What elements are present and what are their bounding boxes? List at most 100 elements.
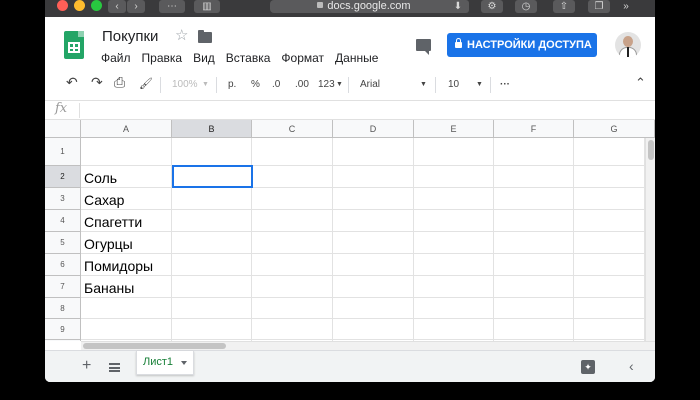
table-cell[interactable] xyxy=(252,254,333,276)
print-icon[interactable]: ⎙ xyxy=(114,75,125,89)
table-cell[interactable] xyxy=(252,298,333,319)
table-cell[interactable]: Помидоры xyxy=(81,254,172,276)
menu-file[interactable]: Файл xyxy=(101,51,131,65)
table-cell[interactable] xyxy=(574,298,645,319)
collapse-toolbar-icon[interactable]: ⌃ xyxy=(635,76,646,90)
table-cell[interactable] xyxy=(172,298,252,319)
sheet-tab[interactable]: Лист1 xyxy=(136,351,194,375)
vertical-scroll-thumb[interactable] xyxy=(648,140,654,160)
table-cell[interactable] xyxy=(494,276,574,298)
table-cell[interactable] xyxy=(574,276,645,298)
table-cell[interactable] xyxy=(81,319,172,340)
table-cell[interactable] xyxy=(172,232,252,254)
table-cell[interactable] xyxy=(414,188,494,210)
table-cell[interactable] xyxy=(494,210,574,232)
table-cell[interactable] xyxy=(574,188,645,210)
table-cell[interactable] xyxy=(252,166,333,188)
menu-insert[interactable]: Вставка xyxy=(226,51,271,65)
close-window-button[interactable] xyxy=(57,0,68,11)
table-cell[interactable] xyxy=(494,254,574,276)
table-cell[interactable] xyxy=(172,254,252,276)
table-cell[interactable]: Сахар xyxy=(81,188,172,210)
vertical-scrollbar[interactable] xyxy=(645,138,655,341)
table-cell[interactable] xyxy=(574,210,645,232)
table-cell[interactable] xyxy=(333,254,414,276)
column-header[interactable]: A xyxy=(81,120,172,138)
table-cell[interactable] xyxy=(172,319,252,340)
table-cell[interactable] xyxy=(574,254,645,276)
zoom-select[interactable]: 100% xyxy=(172,78,198,92)
forward-button[interactable]: › xyxy=(127,0,145,13)
menu-data[interactable]: Данные xyxy=(335,51,378,65)
table-cell[interactable] xyxy=(414,138,494,166)
formula-input[interactable] xyxy=(85,103,645,118)
address-bar[interactable]: docs.google.com xyxy=(270,0,458,13)
table-cell[interactable] xyxy=(252,319,333,340)
table-cell[interactable]: Спагетти xyxy=(81,210,172,232)
table-cell[interactable] xyxy=(333,319,414,340)
share-sheet-button[interactable]: ⇧ xyxy=(553,0,575,13)
table-cell[interactable] xyxy=(333,298,414,319)
document-title[interactable]: Покупки xyxy=(102,28,158,45)
table-cell[interactable]: Бананы xyxy=(81,276,172,298)
download-button[interactable]: ⬇ xyxy=(447,0,469,13)
table-cell[interactable] xyxy=(574,138,645,166)
table-cell[interactable] xyxy=(494,188,574,210)
percent-format-button[interactable]: % xyxy=(251,78,260,92)
table-cell[interactable] xyxy=(172,210,252,232)
horizontal-scroll-thumb[interactable] xyxy=(83,343,226,349)
minimize-window-button[interactable] xyxy=(74,0,85,11)
column-header[interactable]: B xyxy=(172,120,252,138)
folder-icon[interactable] xyxy=(198,30,212,43)
table-cell[interactable] xyxy=(172,188,252,210)
table-cell[interactable] xyxy=(333,232,414,254)
row-header[interactable]: 3 xyxy=(45,188,81,210)
redo-icon[interactable]: ↷ xyxy=(91,75,103,89)
table-cell[interactable] xyxy=(172,138,252,166)
table-cell[interactable] xyxy=(414,166,494,188)
row-header[interactable]: 4 xyxy=(45,210,81,232)
chevron-down-icon[interactable] xyxy=(181,361,187,365)
undo-icon[interactable]: ↶ xyxy=(66,75,78,89)
more-toolbar-button[interactable]: » xyxy=(619,0,633,13)
table-cell[interactable] xyxy=(574,166,645,188)
side-panel-toggle-icon[interactable]: ‹ xyxy=(629,358,634,374)
increase-decimal-button[interactable]: .00 xyxy=(295,78,309,92)
table-cell[interactable] xyxy=(252,188,333,210)
back-button[interactable]: ‹ xyxy=(108,0,126,13)
row-header[interactable]: 10 xyxy=(45,340,81,341)
table-cell[interactable] xyxy=(252,138,333,166)
row-header[interactable]: 7 xyxy=(45,276,81,298)
row-header[interactable]: 6 xyxy=(45,254,81,276)
row-header[interactable]: 2 xyxy=(45,166,81,188)
font-select[interactable]: Arial xyxy=(360,78,380,92)
table-cell[interactable] xyxy=(494,319,574,340)
table-cell[interactable] xyxy=(414,210,494,232)
column-header[interactable]: F xyxy=(494,120,574,138)
avatar[interactable] xyxy=(615,32,641,58)
table-cell[interactable] xyxy=(333,276,414,298)
row-header[interactable]: 5 xyxy=(45,232,81,254)
column-header[interactable]: E xyxy=(414,120,494,138)
table-cell[interactable]: Огурцы xyxy=(81,232,172,254)
number-format-button[interactable]: 123 xyxy=(318,78,335,92)
more-options-icon[interactable]: ··· xyxy=(500,78,510,92)
column-header[interactable]: G xyxy=(574,120,655,138)
share-button[interactable]: НАСТРОЙКИ ДОСТУПА xyxy=(447,33,597,57)
table-cell[interactable] xyxy=(172,276,252,298)
row-header[interactable]: 1 xyxy=(45,138,81,166)
explore-icon[interactable]: ✦ xyxy=(581,360,595,374)
table-cell[interactable] xyxy=(333,166,414,188)
font-size-select[interactable]: 10 xyxy=(448,78,459,92)
star-icon[interactable]: ☆ xyxy=(175,26,188,44)
currency-format-button[interactable]: р. xyxy=(228,78,236,92)
table-cell[interactable] xyxy=(574,319,645,340)
table-cell[interactable] xyxy=(252,232,333,254)
table-cell[interactable] xyxy=(414,319,494,340)
comment-icon[interactable] xyxy=(416,39,431,55)
table-cell[interactable] xyxy=(333,210,414,232)
sidebar-button[interactable]: ▥ xyxy=(194,0,220,13)
table-cell[interactable] xyxy=(494,232,574,254)
menu-edit[interactable]: Правка xyxy=(142,51,183,65)
selected-cell-outline[interactable] xyxy=(172,165,253,188)
